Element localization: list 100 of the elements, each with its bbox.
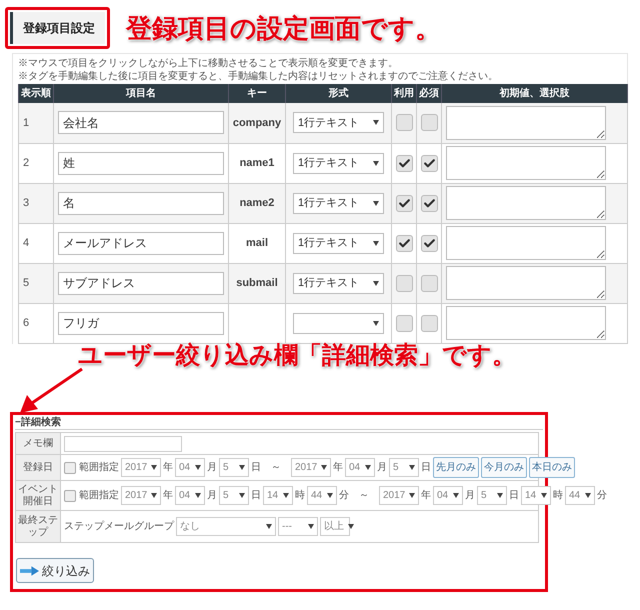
table-cell: 4 [18,223,54,263]
checkbox[interactable] [420,234,438,252]
date-shortcut-button[interactable]: 本日のみ [529,457,575,478]
date-shortcut-button[interactable]: 先月のみ [433,457,479,478]
checkbox[interactable] [64,462,76,474]
dropdown-arrow-icon [283,493,289,498]
textarea-field[interactable] [446,146,606,180]
dropdown[interactable]: --- [278,517,318,536]
unit-label: 月 [207,461,217,475]
check-icon [422,156,436,170]
dropdown[interactable]: 5 [219,486,249,505]
checkbox[interactable] [420,274,438,292]
unit-label: 分 [339,489,349,503]
dropdown[interactable]: 1行テキスト [293,152,384,174]
unit-label: 年 [163,461,173,475]
date-shortcut-button[interactable]: 今月のみ [481,457,527,478]
dropdown-arrow-icon [373,240,379,246]
table-cell: 1 [18,103,54,143]
dropdown[interactable]: 1行テキスト [293,232,384,254]
dropdown[interactable]: 04 [175,458,205,477]
dropdown[interactable]: 14 [263,486,293,505]
checkbox[interactable] [64,490,76,502]
checkbox[interactable] [396,234,412,252]
dropdown[interactable]: 44 [565,486,595,505]
unit-label: ステップメールグループ [64,520,174,534]
annotation-text: ユーザー絞り込み欄「詳細検索」です。 [78,344,516,368]
text-field[interactable]: フリガ [58,312,224,334]
textarea-field[interactable] [446,306,606,340]
note-text: ※タグを手動編集した後に項目を変更すると、手動編集した内容はリセットされますのでご注意ください。 [18,70,499,83]
dropdown[interactable]: 1行テキスト [293,112,384,134]
dropdown-arrow-icon [585,493,591,498]
dropdown[interactable]: 04 [345,458,375,477]
table-cell: name2 [228,183,286,223]
table-cell: name1 [228,143,286,183]
dropdown[interactable]: 2017 [379,486,419,505]
dropdown-arrow-icon [151,465,158,470]
dropdown[interactable]: なし [176,517,276,536]
unit-label: 分 [597,489,607,503]
text-field[interactable]: 名 [58,192,224,214]
search-title: 詳細検索 [20,418,61,428]
dropdown[interactable]: 04 [175,486,205,505]
collapse-toggle[interactable]: − [15,418,21,428]
checkbox[interactable] [420,114,438,132]
dropdown[interactable]: 5 [389,458,419,477]
checkbox[interactable] [420,314,438,332]
column-header: 形式 [286,84,392,103]
note-text: ※マウスで項目をクリックしながら上下に移動させることで表示順を変更できます。 [18,57,399,70]
unit-label: 年 [163,489,173,503]
dropdown[interactable]: 5 [219,458,249,477]
check-icon [398,156,410,170]
text-field[interactable]: メールアドレス [58,232,224,254]
dropdown[interactable]: 2017 [291,458,331,477]
dropdown[interactable]: 1行テキスト [293,272,384,294]
dropdown[interactable]: 5 [477,486,507,505]
dropdown[interactable]: 1行テキスト [293,192,384,214]
unit-label: 日 [509,489,519,503]
dropdown-arrow-icon [195,465,201,470]
text-field[interactable]: 会社名 [58,111,224,134]
dropdown[interactable]: 04 [433,486,463,505]
dropdown[interactable]: 44 [307,486,337,505]
annotation-text: 登録項目の設定画面です。 [126,12,441,44]
checkbox[interactable] [420,154,438,172]
column-header: 項目名 [54,84,228,103]
dropdown-arrow-icon [365,465,371,470]
dropdown-arrow-icon [373,320,379,326]
text-field[interactable]: 姓 [58,152,224,174]
dropdown[interactable] [293,312,384,334]
dropdown-arrow-icon [409,493,416,498]
row-label: イベント開催日 [16,480,60,510]
textarea-field[interactable] [446,106,606,140]
checkbox[interactable] [396,114,412,132]
filter-button[interactable]: 絞り込み [16,558,94,583]
table-cell: 3 [18,183,54,223]
unit-label: 月 [377,461,387,475]
checkbox[interactable] [396,154,412,172]
checkbox[interactable] [396,274,412,292]
checkbox[interactable] [420,194,438,212]
textarea-field[interactable] [446,226,606,260]
dropdown-arrow-icon [373,280,379,286]
text-field[interactable]: サブアドレス [58,272,224,294]
dropdown[interactable]: 14 [521,486,551,505]
table-cell: 5 [18,263,54,303]
unit-label: 時 [295,488,305,503]
dropdown-arrow-icon [239,465,245,470]
checkbox[interactable] [396,194,412,212]
dropdown-arrow-icon [453,493,459,498]
column-header: 必須 [416,84,442,103]
dropdown[interactable]: 2017 [121,458,161,477]
range-separator: ～ [270,461,282,475]
dropdown-arrow-icon [373,160,379,166]
dropdown-arrow-icon [151,493,158,498]
unit-label: 日 [251,461,261,475]
memo-field[interactable] [64,436,182,452]
dropdown-arrow-icon [195,493,201,498]
textarea-field[interactable] [446,266,606,300]
dropdown-arrow-icon [327,493,333,498]
textarea-field[interactable] [446,186,606,220]
dropdown[interactable]: 2017 [121,486,161,505]
dropdown-arrow-icon [373,200,379,206]
checkbox[interactable] [396,314,412,332]
